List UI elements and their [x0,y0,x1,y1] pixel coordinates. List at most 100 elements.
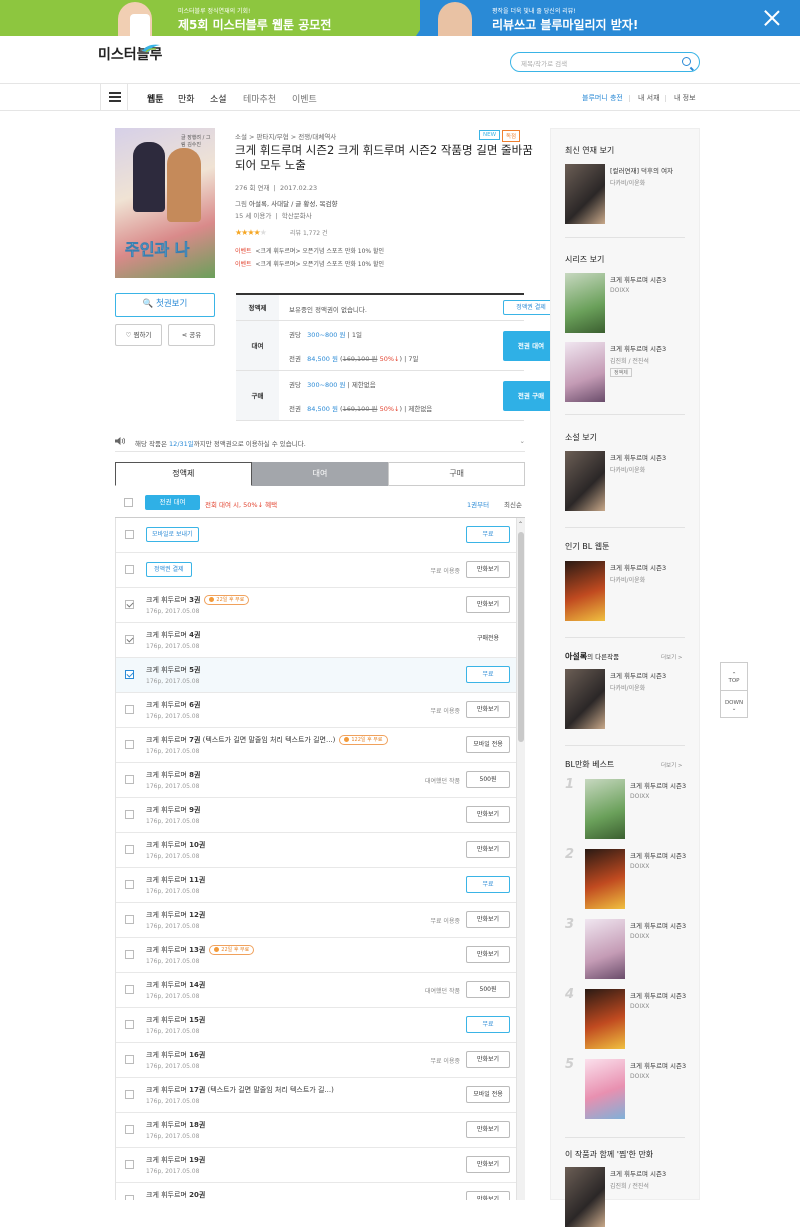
nav-manhwa[interactable]: 만화 [178,92,195,105]
sidebar-item[interactable]: 크게 휘두르며 시즌3 김진희 / 전진석 정액제 [565,342,695,404]
share-button[interactable]: ⋖ 공유 [168,324,215,346]
row-checkbox[interactable] [125,635,134,644]
row-action-button[interactable]: 만화보기 [466,561,510,578]
row-checkbox[interactable] [125,1055,134,1064]
episode-title[interactable]: 크게 휘두르며 8권 [146,770,200,780]
sidebar-item[interactable]: 크게 휘두르며 시즌3 다카비/이윤화 [565,561,695,623]
select-all-checkbox[interactable] [124,498,133,507]
episode-title[interactable]: 크게 휘두르며 9권 [146,805,200,815]
sidebar-item[interactable]: 크게 휘두르며 시즌3 다카비/이윤화 [565,451,695,513]
promo-banner[interactable]: 미스터블루 정식연재의 기회! 제5회 미스터블루 웹툰 공모전 평작을 더욱 … [0,0,800,36]
row-checkbox[interactable] [125,1160,134,1169]
episode-title[interactable]: 크게 휘두르며 10권 [146,840,205,850]
sidebar-item[interactable]: [컬러연재] 덕후의 여자 다카비/이윤화 [565,164,695,226]
nav-charge[interactable]: 블루머니 충전 [582,93,623,103]
row-checkbox[interactable] [125,810,134,819]
nav-event[interactable]: 이벤트 [292,92,317,105]
episode-title[interactable]: 크게 휘두르며 12권 [146,910,205,920]
sort-first[interactable]: 1권부터 [467,499,489,509]
row-action-button[interactable]: 만화보기 [466,841,510,858]
send-mobile-button[interactable]: 모바일로 보내기 [146,527,199,542]
review-banner[interactable]: 평작을 더욱 빛내 줄 당신의 리뷰! 리뷰쓰고 블루마일리지 받자! [420,0,800,36]
row-checkbox[interactable] [125,740,134,749]
episode-title[interactable]: 크게 휘두르며 15권 [146,1015,205,1025]
row-checkbox[interactable] [125,1195,134,1200]
row-checkbox[interactable] [125,670,134,679]
tab-rent[interactable]: 대여 [251,462,389,486]
sidebar-item[interactable]: 크게 휘두르며 시즌3 DOIXX [585,919,715,981]
search-input[interactable]: 제목/작가로 검색 [510,52,700,72]
row-action-button[interactable]: 500원 [466,981,510,998]
episode-title[interactable]: 크게 휘두르며 6권 [146,700,200,710]
row-checkbox[interactable] [125,950,134,959]
row-checkbox[interactable] [125,845,134,854]
nav-webtoon[interactable]: 웹툰 [147,92,164,105]
menu-icon[interactable] [100,84,128,110]
scroll-nav[interactable]: ⌃ TOP DOWN ⌄ [720,662,748,718]
episode-title[interactable]: 크게 휘두르며 20권 [146,1190,205,1200]
nav-library[interactable]: 내 서재 [638,93,660,103]
episode-title[interactable]: 크게 휘두르며 4권 [146,630,200,640]
contest-banner[interactable]: 미스터블루 정식연재의 기회! 제5회 미스터블루 웹툰 공모전 [0,0,420,36]
sort-latest[interactable]: 최신순 [504,499,522,509]
row-checkbox[interactable] [125,1020,134,1029]
row-action-button[interactable]: 만화보기 [466,806,510,823]
episode-title[interactable]: 크게 휘두르며 3권 22일 후 무료 [146,595,250,605]
nav-myinfo[interactable]: 내 정보 [674,93,696,103]
row-action-button[interactable]: 만화보기 [466,911,510,928]
row-checkbox[interactable] [125,915,134,924]
episode-title[interactable]: 크게 휘두르며 14권 [146,980,205,990]
row-checkbox[interactable] [125,880,134,889]
row-checkbox[interactable] [125,1125,134,1134]
down-button[interactable]: DOWN ⌄ [721,690,747,717]
row-action-button[interactable]: 만화보기 [466,946,510,963]
episode-title[interactable]: 크게 휘두르며 7권 (텍스트가 길면 말줄임 처리 텍스트가 길면...) 12… [146,735,388,745]
episode-title[interactable]: 크게 휘두르며 16권 [146,1050,205,1060]
book-cover[interactable]: 글 장행려 / 그림 김수진 주인과 나 [115,128,215,278]
row-action-button[interactable]: 만화보기 [466,1121,510,1138]
row-action-button[interactable]: 만화보기 [466,1051,510,1068]
breadcrumb[interactable]: 소설 > 판타지/무협 > 전쟁/대체역사 [235,131,336,141]
chevron-down-icon[interactable]: ⌄ [520,437,525,445]
zzim-button[interactable]: ♡ 찜하기 [115,324,162,346]
row-action-button[interactable]: 만화보기 [466,701,510,718]
row-checkbox[interactable] [125,705,134,714]
episode-title[interactable]: 크게 휘두르며 5권 [146,665,200,675]
sidebar-item[interactable]: 크게 휘두르며 시즌3 김진희 / 전진석 [565,1167,695,1229]
row-action-button[interactable]: 무료 [466,876,510,893]
episode-title[interactable]: 크게 휘두르며 17권 (텍스트가 길면 말줄임 처리 텍스트가 길...) [146,1085,334,1095]
row-action-button[interactable]: 500원 [466,771,510,788]
close-icon[interactable] [764,10,780,26]
sidebar-item[interactable]: 크게 휘두르며 시즌3 DOIXX [585,779,715,841]
row-action-button[interactable]: 무료 [466,1016,510,1033]
sidebar-item[interactable]: 크게 휘두르며 시즌3 DOIXX [585,989,715,1051]
episode-title[interactable]: 크게 휘두르며 13권 22일 후 무료 [146,945,255,955]
episode-title[interactable]: 크게 휘두르며 11권 [146,875,205,885]
row-checkbox[interactable] [125,565,134,574]
row-action-button[interactable]: 만화보기 [466,596,510,613]
row-action-button[interactable]: 만화보기 [466,1191,510,1200]
sidebar-item[interactable]: 크게 휘두르며 시즌3 다카비/이윤화 [565,669,695,731]
nav-novel[interactable]: 소설 [210,92,227,105]
tab-subscription[interactable]: 정액제 [115,462,252,486]
search-icon[interactable] [682,57,691,66]
row-action-button[interactable]: 모바일 전용 [466,736,510,753]
more-link[interactable]: 더보기 > [661,761,683,769]
sidebar-item[interactable]: 크게 휘두르며 시즌3 DOIXX [565,273,695,335]
sidebar-item[interactable]: 크게 휘두르며 시즌3 DOIXX [585,849,715,911]
top-button[interactable]: ⌃ TOP [721,663,747,690]
row-action-button[interactable]: 무료 [466,526,510,543]
row-checkbox[interactable] [125,985,134,994]
row-action-button[interactable]: 무료 [466,666,510,683]
episode-title[interactable]: 크게 휘두르며 18권 [146,1120,205,1130]
first-volume-button[interactable]: 🔍 첫권보기 [115,293,215,317]
row-checkbox[interactable] [125,600,134,609]
episode-title[interactable]: 크게 휘두르며 19권 [146,1155,205,1165]
row-checkbox[interactable] [125,775,134,784]
subscription-pay-button[interactable]: 정액권 결제 [146,562,192,577]
more-link[interactable]: 더보기 > [661,653,683,661]
row-action-button[interactable]: 모바일 전용 [466,1086,510,1103]
row-action-button[interactable]: 만화보기 [466,1156,510,1173]
review-count[interactable]: 리뷰 1,772 건 [290,228,328,237]
row-checkbox[interactable] [125,530,134,539]
